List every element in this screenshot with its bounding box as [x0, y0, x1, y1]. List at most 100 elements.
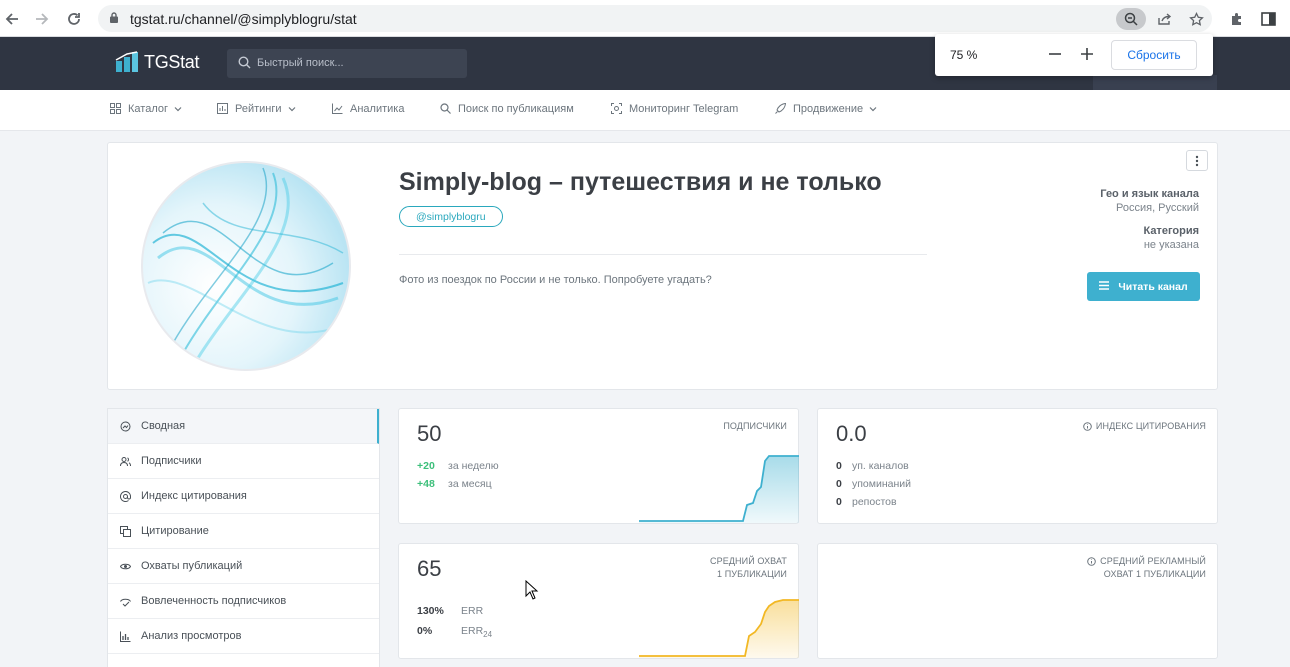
side-panel-icon[interactable]: [1256, 7, 1280, 31]
zoom-out-button[interactable]: [1046, 44, 1064, 64]
sidebar-item-post-reach[interactable]: Охваты публикаций: [108, 549, 379, 584]
menu-item-analytics[interactable]: Аналитика: [332, 103, 404, 115]
list-icon: [1099, 280, 1110, 293]
sidebar-item-label: Вовлеченность подписчиков: [141, 595, 287, 607]
citation-row: 0 уп. каналов: [836, 460, 909, 472]
average-ad-reach-card: СРЕДНИЙ РЕКЛАМНЫЙ ОХВАТ 1 ПУБЛИКАЦИИ: [817, 543, 1218, 659]
summary-icon: [120, 421, 131, 432]
sidebar-item-label: Индекс цитирования: [141, 490, 247, 502]
menu-item-post-search[interactable]: Поиск по публикациям: [440, 103, 574, 115]
err-row: 130% ERR: [417, 605, 483, 617]
logo-icon: [115, 51, 138, 72]
read-channel-button[interactable]: Читать канал: [1087, 272, 1200, 301]
quote-icon: [120, 525, 131, 537]
sidebar-item-engagement[interactable]: Вовлеченность подписчиков: [108, 584, 379, 619]
search-icon: [440, 103, 452, 115]
bookmark-star-icon[interactable]: [1185, 8, 1207, 30]
logo-text: TGStat: [144, 51, 200, 72]
citation-row: 0 репостов: [836, 496, 897, 508]
menu-item-catalog[interactable]: Каталог: [110, 103, 182, 115]
channel-mentions-count: 0: [836, 460, 842, 472]
citation-index-value: 0.0: [836, 421, 867, 446]
subscribers-value: 50: [417, 421, 442, 446]
extensions-icon[interactable]: [1224, 7, 1248, 31]
channel-card: Simply-blog – путешествия и не только @s…: [107, 142, 1218, 390]
divider: [399, 254, 927, 255]
channel-description: Фото из поездок по России и не только. П…: [399, 274, 712, 286]
zoom-popup: 75 % Сбросить: [935, 34, 1213, 76]
forward-icon[interactable]: [30, 7, 54, 31]
info-icon[interactable]: [1087, 557, 1096, 566]
eye-icon: [120, 561, 131, 572]
citation-index-label: ИНДЕКС ЦИТИРОВАНИЯ: [1095, 421, 1206, 431]
category-info: Категория не указана: [1143, 225, 1199, 251]
average-reach-value: 65: [417, 556, 442, 581]
subscribers-sparkline: [639, 455, 799, 523]
rocket-icon: [775, 103, 787, 115]
err-value: 130%: [417, 605, 444, 617]
menu-item-ratings[interactable]: Рейтинги: [217, 103, 296, 115]
menu-item-promotion[interactable]: Продвижение: [775, 103, 877, 115]
menu-label: Мониторинг Telegram: [629, 103, 739, 115]
average-reach-label-line1: СРЕДНИЙ ОХВАТ: [710, 556, 787, 566]
logo[interactable]: TGStat: [115, 51, 200, 73]
sidebar-item-label: Цитирование: [141, 525, 209, 537]
sidebar-item-views-analysis[interactable]: Анализ просмотров: [108, 619, 379, 654]
sidebar-item-label: Подписчики: [141, 455, 202, 467]
browser-toolbar: tgstat.ru/channel/@simplyblogru/stat: [0, 0, 1290, 37]
info-icon[interactable]: [1083, 422, 1092, 431]
menu-label: Аналитика: [350, 103, 405, 115]
zoom-reset-button[interactable]: Сбросить: [1111, 40, 1197, 70]
back-icon[interactable]: [0, 7, 24, 31]
sidebar-item-label: Сводная: [141, 420, 186, 432]
chevron-down-icon: [174, 103, 182, 115]
err24-row: 0% ERR24: [417, 625, 492, 639]
sidebar-item-summary[interactable]: Сводная: [108, 409, 379, 444]
mouse-cursor-icon: [525, 580, 539, 600]
sidebar-item-label: Анализ просмотров: [141, 630, 242, 642]
address-bar[interactable]: tgstat.ru/channel/@simplyblogru/stat: [98, 5, 1212, 32]
menu-label: Каталог: [128, 103, 168, 115]
category-label: Категория: [1143, 225, 1199, 237]
ad-reach-label-line2: ОХВАТ 1 ПУБЛИКАЦИИ: [1103, 569, 1206, 579]
month-delta: +48: [417, 478, 435, 490]
citation-row: 0 упоминаний: [836, 478, 911, 490]
week-delta: +20: [417, 460, 435, 472]
average-reach-card: 65 СРЕДНИЙ ОХВАТ 1 ПУБЛИКАЦИИ 130% ERR 0…: [398, 543, 799, 659]
average-reach-label: СРЕДНИЙ ОХВАТ 1 ПУБЛИКАЦИИ: [710, 555, 787, 581]
zoom-in-button[interactable]: [1078, 44, 1096, 64]
menu-item-monitoring[interactable]: Мониторинг Telegram: [611, 103, 738, 115]
monitor-icon: [611, 103, 623, 115]
at-icon: [120, 490, 131, 502]
header-user-area: [1093, 75, 1217, 90]
err24-label: ERR24: [461, 625, 492, 639]
search-placeholder: Быстрый поиск...: [257, 57, 344, 69]
err-label: ERR: [461, 605, 484, 617]
category-value: не указана: [1143, 239, 1199, 251]
sidebar-item-label: Охваты публикаций: [141, 560, 243, 572]
stats-sidebar: Сводная Подписчики Индекс цитирования Ци…: [107, 408, 380, 667]
mentions-count: 0: [836, 478, 842, 490]
sidebar-item-subscribers[interactable]: Подписчики: [108, 444, 379, 479]
channel-username-link[interactable]: @simplyblogru: [399, 206, 503, 227]
share-icon[interactable]: [1153, 8, 1175, 30]
average-ad-reach-label: СРЕДНИЙ РЕКЛАМНЫЙ ОХВАТ 1 ПУБЛИКАЦИИ: [1087, 555, 1206, 581]
geo-language-info: Гео и язык канала Россия, Русский: [1100, 188, 1199, 214]
month-text: за месяц: [448, 478, 492, 490]
geo-value: Россия, Русский: [1116, 202, 1199, 214]
citation-index-label-wrap: ИНДЕКС ЦИТИРОВАНИЯ: [1083, 420, 1206, 433]
channel-title: Simply-blog – путешествия и не только: [399, 168, 882, 196]
sidebar-item-citation-index[interactable]: Индекс цитирования: [108, 479, 379, 514]
zoom-icon[interactable]: [1116, 8, 1146, 30]
sidebar-item-citations[interactable]: Цитирование: [108, 514, 379, 549]
more-options-button[interactable]: [1186, 150, 1208, 171]
reload-icon[interactable]: [62, 7, 86, 31]
more-vertical-icon: [1195, 155, 1199, 166]
ad-reach-label-line1-wrap: СРЕДНИЙ РЕКЛАМНЫЙ: [1087, 555, 1206, 568]
main-menu: Каталог Рейтинги Аналитика Поиск по публ…: [0, 90, 1290, 131]
url-text: tgstat.ru/channel/@simplyblogru/stat: [130, 11, 357, 27]
quick-search-input[interactable]: Быстрый поиск...: [227, 49, 467, 78]
subscribers-card: 50 ПОДПИСЧИКИ +20 за неделю +48 за месяц: [398, 408, 799, 524]
channel-avatar: [141, 161, 351, 371]
grid-icon: [110, 103, 122, 115]
